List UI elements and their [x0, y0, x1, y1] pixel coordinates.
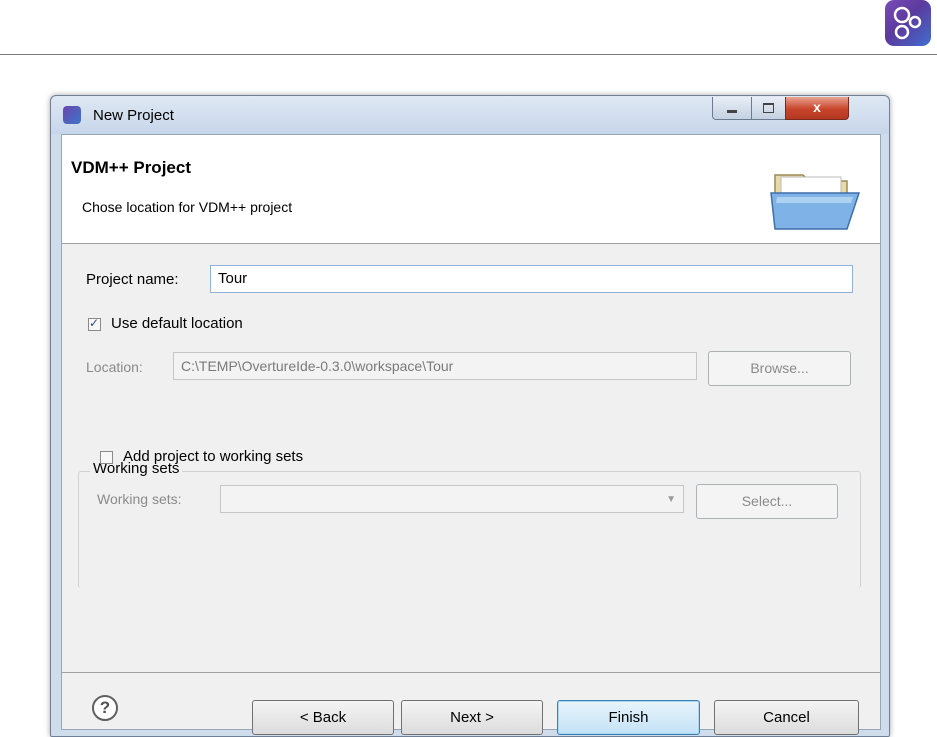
dialog-title: New Project [93, 107, 174, 124]
minimize-button[interactable] [712, 97, 752, 120]
cancel-button[interactable]: Cancel [714, 700, 859, 735]
overture-logo-icon [885, 0, 931, 46]
wizard-description: Chose location for VDM++ project [82, 199, 293, 215]
location-input[interactable]: C:\TEMP\OvertureIde-0.3.0\workspace\Tour [173, 352, 697, 380]
use-default-location-label: Use default location [111, 315, 243, 332]
button-bar-separator [62, 672, 880, 673]
add-to-working-sets-label: Add project to working sets [123, 448, 304, 465]
minimize-icon [713, 97, 751, 119]
new-project-dialog: New Project x VDM++ Project Chose locati… [50, 95, 890, 737]
location-label: Location: [86, 359, 143, 375]
help-icon[interactable]: ? [92, 695, 118, 721]
maximize-button[interactable] [751, 97, 786, 120]
overture-app-icon [63, 106, 81, 124]
project-name-input[interactable]: Tour [210, 265, 853, 293]
dialog-titlebar[interactable]: New Project x [51, 96, 889, 134]
select-working-sets-button[interactable]: Select... [696, 484, 838, 519]
browse-button[interactable]: Browse... [708, 351, 851, 386]
back-button[interactable]: < Back [252, 700, 394, 735]
use-default-location-checkbox[interactable] [88, 316, 101, 331]
finish-button[interactable]: Finish [557, 700, 700, 735]
wizard-title: VDM++ Project [71, 158, 191, 177]
working-sets-combo[interactable]: ▼ [220, 485, 684, 513]
wizard-banner: VDM++ Project Chose location for VDM++ p… [62, 135, 880, 244]
chevron-down-icon: ▼ [666, 494, 676, 505]
folder-icon [770, 174, 861, 230]
close-icon: x [813, 99, 821, 115]
page-header-rule [0, 54, 937, 55]
add-to-working-sets-checkbox[interactable] [100, 451, 113, 464]
working-sets-label: Working sets: [97, 491, 182, 507]
dialog-content: VDM++ Project Chose location for VDM++ p… [61, 134, 881, 735]
close-button[interactable]: x [785, 97, 849, 120]
next-button[interactable]: Next > [401, 700, 543, 735]
maximize-icon [752, 97, 785, 119]
project-name-label: Project name: [86, 271, 179, 288]
